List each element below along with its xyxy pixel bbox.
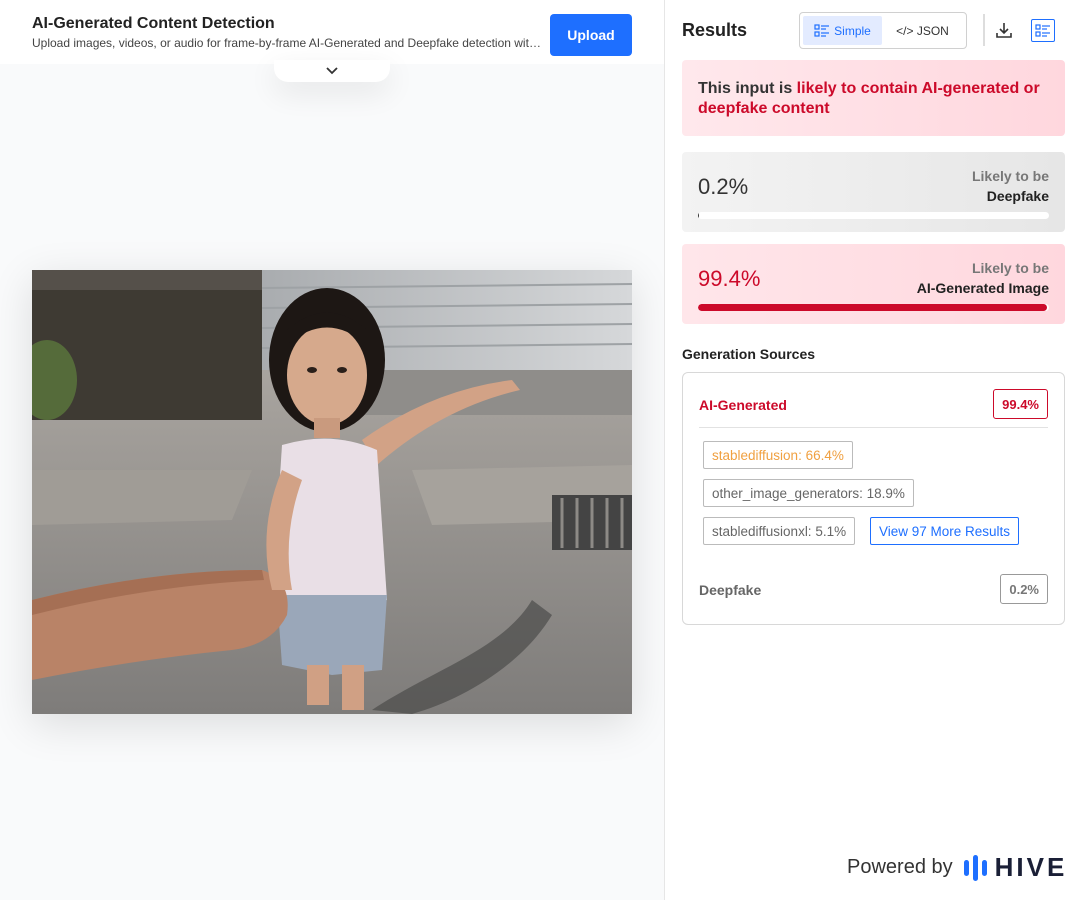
deepfake-label-top: Likely to be: [971, 168, 1049, 184]
powered-by-text: Powered by: [847, 856, 953, 878]
verdict-prefix: This input is: [698, 80, 797, 97]
ai-score-card: 99.4% Likely to be AI-Generated Image: [682, 244, 1065, 324]
deepfake-score-card: 0.2% Likely to be Deepfake: [682, 152, 1065, 232]
page-subtitle: Upload images, videos, or audio for fram…: [32, 36, 542, 50]
deepfake-label-bottom: Deepfake: [986, 188, 1049, 204]
top-bar: AI-Generated Content Detection Upload im…: [0, 0, 664, 64]
view-toggle: Simple </> JSON: [799, 12, 967, 49]
results-panel: Results Simple </> JSON This input is li…: [664, 0, 1080, 900]
source-chip: other_image_generators: 18.9%: [703, 479, 914, 507]
uploaded-image: [17, 270, 633, 714]
view-simple-tab[interactable]: Simple: [803, 16, 883, 45]
generation-sources-title: Generation Sources: [682, 346, 816, 362]
deepfake-bar-fill: [698, 212, 700, 219]
ai-score-value: 99.4%: [698, 266, 761, 291]
ai-label-bottom: AI-Generated Image: [916, 280, 1049, 296]
verdict-banner: This input is likely to contain AI-gener…: [682, 60, 1065, 136]
sources-divider: [699, 427, 1048, 428]
view-simple-label: Simple: [834, 23, 871, 38]
ai-label-top: Likely to be: [971, 260, 1049, 276]
hive-logo: HIVE: [963, 852, 1068, 883]
results-title: Results: [682, 20, 748, 40]
toolbar-divider: [983, 14, 985, 46]
source-chip: stablediffusion: 66.4%: [703, 441, 853, 469]
view-json-tab[interactable]: </> JSON: [882, 16, 963, 45]
list-detail-icon: [1035, 23, 1050, 37]
deepfake-bar-track: [698, 212, 1049, 219]
powered-by: Powered by HIVE: [847, 852, 1067, 883]
list-view-icon: [814, 23, 830, 37]
source-chip: stablediffusionxl: 5.1%: [703, 517, 856, 545]
hive-logo-icon: [963, 854, 987, 881]
upload-button[interactable]: Upload: [550, 14, 632, 56]
ai-bar-track: [698, 304, 1049, 311]
deepfake-score-value: 0.2%: [698, 174, 749, 199]
list-detail-button[interactable]: [1031, 19, 1055, 42]
chevron-down-icon: [326, 67, 338, 75]
ai-generated-badge: 99.4%: [993, 389, 1048, 419]
ai-score-label: Likely to be AI-Generated Image: [917, 258, 1049, 298]
ai-bar-fill: [698, 304, 1047, 311]
deepfake-badge: 0.2%: [1000, 574, 1048, 604]
generation-sources-box: AI-Generated 99.4% stablediffusion: 66.4…: [682, 372, 1065, 625]
left-panel: AI-Generated Content Detection Upload im…: [0, 0, 664, 900]
download-icon[interactable]: [994, 20, 1014, 40]
ai-generated-heading: AI-Generated: [699, 397, 787, 413]
collapse-toggle[interactable]: [274, 60, 390, 82]
deepfake-heading: Deepfake: [699, 582, 762, 598]
hive-wordmark: HIVE: [994, 852, 1068, 882]
view-json-label: </> JSON: [896, 23, 949, 38]
deepfake-score-label: Likely to be Deepfake: [972, 166, 1049, 206]
page-title: AI-Generated Content Detection: [32, 15, 275, 32]
view-more-results-button[interactable]: View 97 More Results: [870, 517, 1020, 545]
